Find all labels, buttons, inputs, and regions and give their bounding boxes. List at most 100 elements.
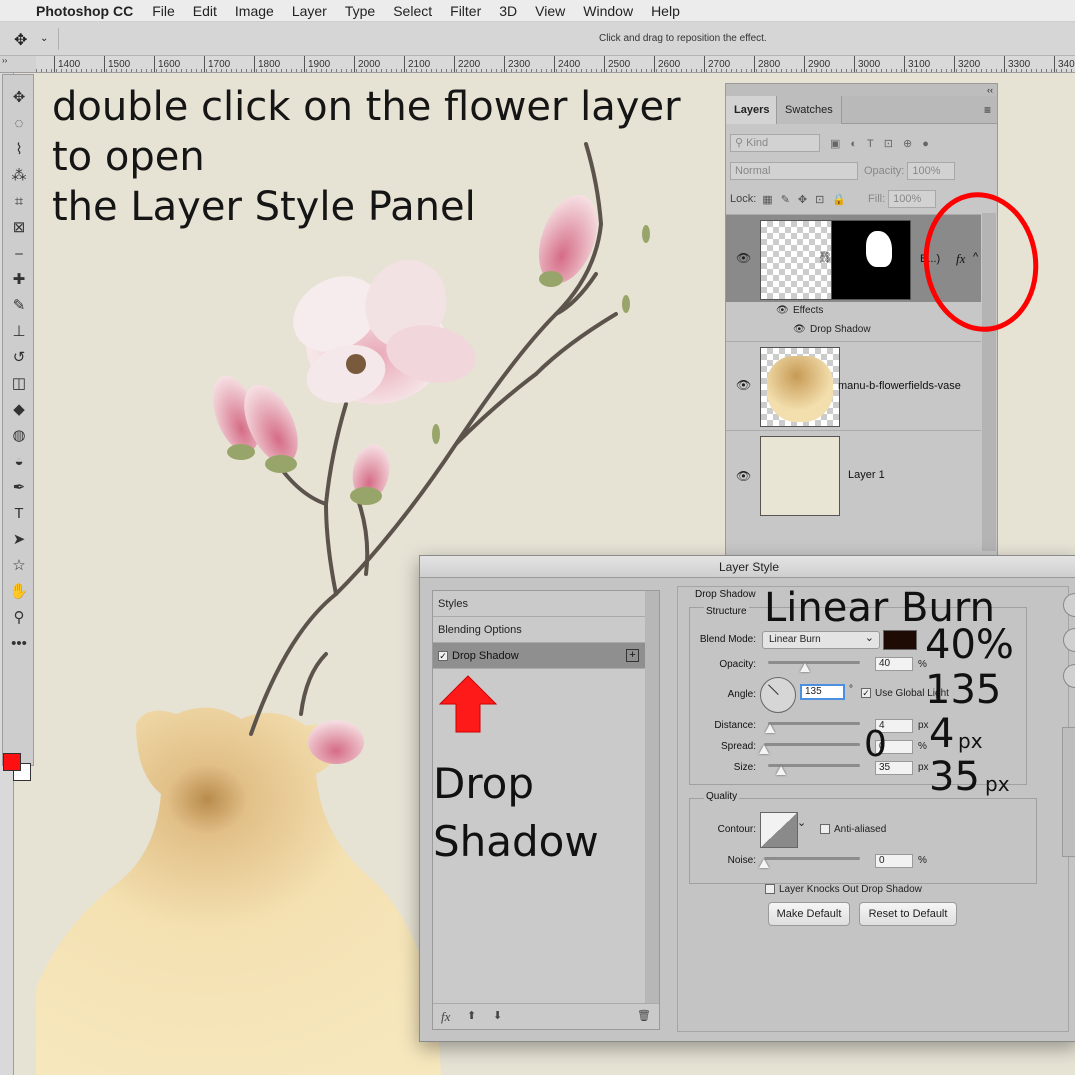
shape-icon[interactable]: ☆ — [6, 555, 32, 577]
size-slider-thumb[interactable] — [775, 766, 786, 775]
distance-slider-thumb[interactable] — [764, 724, 775, 733]
layer-name[interactable]: manu-b-flowerfields-vase — [838, 380, 961, 392]
app-menu[interactable]: Photoshop CC — [36, 3, 133, 19]
move-down-icon[interactable]: ⬇ — [493, 1009, 502, 1022]
chevron-down-icon[interactable]: ⌄ — [40, 33, 48, 44]
eyedropper-icon[interactable]: ⎯ — [6, 243, 32, 265]
styles-scrollbar[interactable] — [645, 591, 659, 1003]
angle-dial[interactable] — [760, 677, 796, 713]
fx-menu-icon[interactable]: fx — [441, 1009, 450, 1025]
eye-icon[interactable]: 👁 — [736, 251, 751, 265]
menu-file[interactable]: File — [152, 3, 175, 19]
use-global-light-checkbox[interactable]: ✓ — [861, 688, 871, 699]
chevron-down-icon[interactable]: ⌄ — [797, 816, 806, 829]
blend-mode-select[interactable]: Linear Burn — [762, 630, 880, 649]
preview-scrollbar[interactable] — [1062, 727, 1075, 857]
collapse-icon[interactable]: ‹‹ — [726, 84, 997, 96]
hand-icon[interactable]: ✋ — [6, 581, 32, 603]
add-effect-icon[interactable]: + — [626, 649, 639, 662]
link-icon[interactable]: ⛓ — [818, 251, 832, 264]
filter-icons[interactable]: ▣◐T⊡⊕● — [830, 137, 939, 150]
healing-icon[interactable]: ✚ — [6, 269, 32, 291]
pen-icon[interactable]: ✒ — [6, 477, 32, 499]
brush-icon[interactable]: ✎ — [6, 295, 32, 317]
anti-aliased-label: Anti-aliased — [834, 824, 887, 835]
horizontal-ruler[interactable]: 1400 1500 1600 1700 1800 1900 2000 2100 2200 2300… — [36, 56, 1075, 73]
crop-icon[interactable]: ⌗ — [6, 191, 32, 213]
drop-shadow-item[interactable]: ✓ Drop Shadow + — [433, 643, 645, 669]
noise-slider[interactable] — [764, 857, 860, 860]
ruler-tick-label: 3300 — [1003, 56, 1031, 72]
angle-label: Angle: — [727, 689, 756, 700]
blending-options-item[interactable]: Blending Options — [433, 617, 645, 643]
ruler-tick-label: 2100 — [403, 56, 431, 72]
panel-menu-icon[interactable]: ≡ — [984, 103, 991, 117]
blend-mode-select[interactable]: Normal — [730, 162, 858, 180]
foreground-color-swatch[interactable] — [3, 753, 21, 771]
menu-filter[interactable]: Filter — [450, 3, 481, 19]
opacity-field[interactable]: 100% — [907, 162, 956, 180]
menu-type[interactable]: Type — [345, 3, 375, 19]
move-up-icon[interactable]: ⬆ — [467, 1009, 476, 1022]
knockout-checkbox[interactable] — [765, 884, 775, 895]
layer-thumbnail — [760, 436, 840, 516]
tab-swatches[interactable]: Swatches — [776, 96, 842, 124]
anti-aliased-checkbox[interactable] — [820, 824, 830, 835]
menu-window[interactable]: Window — [583, 3, 633, 19]
path-select-icon[interactable]: ➤ — [6, 529, 32, 551]
angle-field[interactable]: 135 — [800, 684, 845, 700]
noise-field[interactable]: 0 — [875, 854, 913, 868]
marquee-icon[interactable]: ◌ — [6, 113, 32, 135]
opacity-field[interactable]: 40 — [875, 657, 913, 671]
opacity-slider-thumb[interactable] — [799, 663, 810, 672]
eye-icon[interactable]: 👁 — [736, 469, 751, 483]
fill-field[interactable]: 100% — [888, 190, 937, 208]
menu-image[interactable]: Image — [235, 3, 274, 19]
move-icon[interactable]: ✥ — [6, 87, 32, 109]
menu-view[interactable]: View — [535, 3, 565, 19]
styles-item[interactable]: Styles — [433, 591, 645, 617]
eye-icon[interactable]: 👁 — [736, 378, 751, 392]
stamp-icon[interactable]: ⊥ — [6, 321, 32, 343]
trash-icon[interactable]: 🗑 — [637, 1009, 651, 1022]
history-brush-icon[interactable]: ↺ — [6, 347, 32, 369]
lasso-icon[interactable]: ⌇ — [6, 139, 32, 161]
dodge-icon[interactable]: ◒ — [6, 451, 32, 473]
reset-to-default-button[interactable]: Reset to Default — [859, 902, 957, 926]
blur-icon[interactable]: ◍ — [6, 425, 32, 447]
tab-layers[interactable]: Layers — [726, 96, 778, 124]
drop-shadow-eye-icon[interactable]: 👁 — [793, 324, 806, 335]
menu-select[interactable]: Select — [393, 3, 432, 19]
spread-slider[interactable] — [764, 743, 860, 746]
move-tool-icon[interactable]: ✥ — [14, 30, 27, 50]
menu-3d[interactable]: 3D — [499, 3, 517, 19]
zoom-icon[interactable]: ⚲ — [6, 607, 32, 629]
type-icon[interactable]: T — [6, 503, 32, 525]
more-icon[interactable]: ••• — [6, 633, 32, 655]
layer-row-layer1[interactable]: 👁 Layer 1 — [726, 430, 981, 520]
magic-wand-icon[interactable]: ⁂ — [6, 165, 32, 187]
layer-row-vase[interactable]: 👁 manu-b-flowerfields-vase — [726, 341, 981, 430]
effect-drop-shadow[interactable]: Drop Shadow — [810, 324, 871, 335]
menu-layer[interactable]: Layer — [292, 3, 327, 19]
spread-slider-thumb[interactable] — [759, 745, 769, 754]
distance-slider[interactable] — [768, 722, 860, 725]
layer-name[interactable]: Layer 1 — [848, 469, 885, 481]
frame-icon[interactable]: ⊠ — [6, 217, 32, 239]
make-default-button[interactable]: Make Default — [768, 902, 850, 926]
menu-edit[interactable]: Edit — [193, 3, 217, 19]
opacity-slider[interactable] — [768, 661, 860, 664]
menu-help[interactable]: Help — [651, 3, 680, 19]
red-arrow-icon — [438, 675, 498, 733]
contour-picker[interactable] — [760, 812, 798, 848]
filter-kind-select[interactable]: ⚲ Kind — [730, 134, 820, 152]
drop-shadow-checkbox[interactable]: ✓ — [438, 651, 448, 662]
effects-label[interactable]: Effects — [793, 305, 823, 316]
layer-mask-thumbnail[interactable] — [831, 220, 911, 300]
effects-eye-icon[interactable]: 👁 — [776, 305, 789, 316]
eraser-icon[interactable]: ◫ — [6, 373, 32, 395]
noise-slider-thumb[interactable] — [759, 859, 769, 868]
shadow-color-swatch[interactable] — [883, 630, 917, 650]
lock-icons[interactable]: ▦✎✥⊡🔒 — [762, 193, 854, 206]
bucket-icon[interactable]: ◆ — [6, 399, 32, 421]
